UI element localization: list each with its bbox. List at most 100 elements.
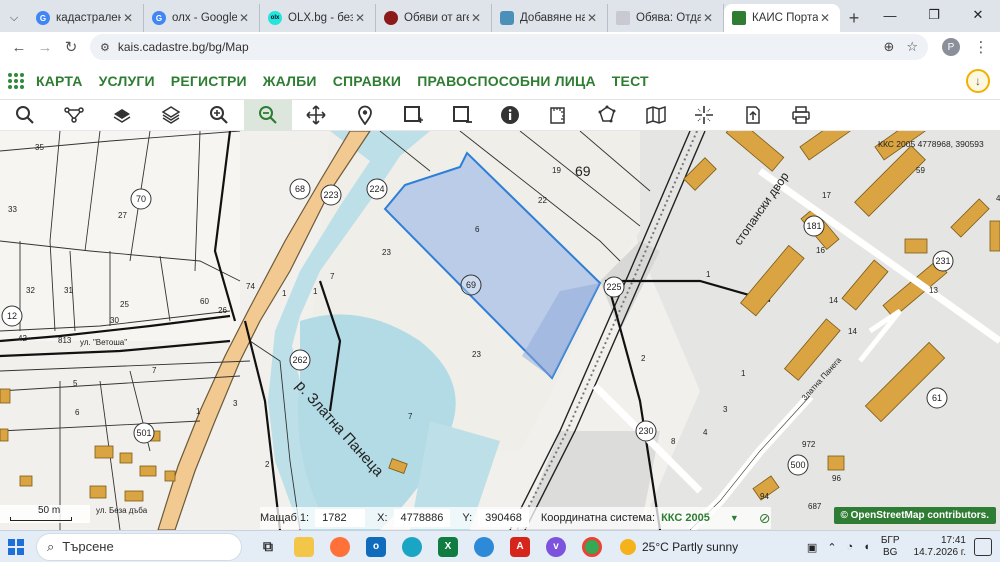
tab-search-icon[interactable]: ⌵ [0,4,28,32]
close-icon[interactable]: ✕ [585,11,599,25]
edge-icon[interactable] [394,532,430,562]
circle-label: 501 [133,422,155,444]
bookmark-star-icon[interactable]: ☆ [906,39,918,55]
close-icon[interactable]: ✕ [121,11,135,25]
tray-apps-icon[interactable]: ▣ [807,541,817,554]
weather-text: 25°C Partly sunny [642,539,739,554]
new-tab-button[interactable]: + [840,4,868,32]
excel-icon[interactable]: X [430,532,466,562]
parcel-number: 35 [35,143,44,152]
y-label: Y: [462,512,473,524]
tool-zoom-out[interactable] [243,99,292,131]
menu-item-services[interactable]: УСЛУГИ [99,73,155,89]
menu-item-registers[interactable]: РЕГИСТРИ [171,73,247,89]
task-view-icon[interactable]: ⧉ [250,532,286,562]
browser-tab-active[interactable]: КАИС Портал ✕ [724,4,840,32]
tool-map[interactable] [632,100,681,131]
tool-location[interactable] [341,100,390,131]
tool-search[interactable] [1,100,50,131]
zoom-out-icon [258,106,277,124]
browser-tab[interactable]: Обява: Отдава се✕ [608,4,724,32]
tool-layers[interactable] [147,100,196,131]
kks-note: ККС 2005 4778968, 390593 [878,139,984,149]
close-icon[interactable]: ✕ [701,11,715,25]
tab-favicon-icon: G [36,11,50,25]
vpn-icon[interactable] [466,532,502,562]
menu-item-map[interactable]: КАРТА [36,73,83,89]
browser-tab[interactable]: Обяви от агенция✕ [376,4,492,32]
svg-text:69: 69 [466,280,476,290]
parcel-number: 94 [760,492,769,501]
restore-icon[interactable]: ❐ [912,0,956,30]
svg-text:70: 70 [136,194,146,204]
coord-system-select[interactable]: ККС 2005 [661,512,710,524]
clock-date: 14.7.2026 г. [913,547,966,558]
outlook-icon[interactable]: o [358,532,394,562]
chrome-icon[interactable] [574,532,610,562]
tool-remove-selection[interactable] [438,100,487,131]
minimize-icon[interactable]: — [868,0,912,30]
cadastral-map[interactable]: ККС 2005 4778968, 390593 69 6 ул. "Ветош… [0,131,1000,530]
map-canvas[interactable]: ККС 2005 4778968, 390593 69 6 ул. "Ветош… [0,131,1000,530]
download-icon[interactable]: ↓ [966,69,990,93]
parcel-number: 1 [741,369,746,378]
tool-add-selection[interactable] [389,100,438,131]
coordinate-bar: Мащаб 1: 1782 X: 4778886 Y: 390468 Коорд… [260,507,771,529]
search-placeholder: Търсене [62,539,114,554]
menu-item-licensed-persons[interactable]: ПРАВОСПОСОБНИ ЛИЦА [417,73,596,89]
reload-icon[interactable]: ↻ [58,34,84,60]
tool-measure-area[interactable] [535,100,584,131]
browser-menu-icon[interactable]: ⋮ [968,34,994,60]
browser-tab[interactable]: Gолх - Google Търсене✕ [144,4,260,32]
menu-item-complaints[interactable]: ЖАЛБИ [263,73,317,89]
tool-crosshair[interactable] [680,100,729,131]
browser-tab[interactable]: olx OLX.bg - безплатни о✕ [260,4,376,32]
tool-export[interactable] [729,100,778,131]
crosshair-icon [695,106,714,124]
parcel-number: 5 [73,379,78,388]
zoom-icon[interactable]: ⊕ [883,39,894,55]
close-icon[interactable]: ✕ [469,11,483,25]
wifi-icon[interactable]: ◔ [847,541,854,553]
acrobat-icon[interactable]: A [502,532,538,562]
apps-grid-icon[interactable] [8,72,24,89]
windows-start-icon[interactable] [0,538,32,555]
browser-tab[interactable]: Добавяне на обява✕ [492,4,608,32]
tool-info[interactable] [486,100,535,131]
chevron-up-icon[interactable]: ⌃ [827,541,836,554]
volume-icon[interactable]: ◖ [863,541,870,553]
tool-draw-shape[interactable] [583,100,632,131]
viber-icon[interactable]: v [538,532,574,562]
file-explorer-icon[interactable] [286,532,322,562]
firefox-icon[interactable] [322,532,358,562]
avatar[interactable]: P [942,38,960,56]
back-icon[interactable]: ← [6,34,32,60]
language-indicator[interactable]: БГР BG [881,535,900,559]
tab-title: Обяви от агенция [404,12,469,24]
weather-widget[interactable]: 25°C Partly sunny [620,538,739,555]
menu-item-test[interactable]: ТЕСТ [612,73,649,89]
tool-zoom-in[interactable] [195,100,244,131]
notification-icon[interactable] [974,538,992,556]
tool-route[interactable] [50,100,99,131]
clock[interactable]: 17:41 14.7.2026 г. [914,535,966,559]
scale-value-field[interactable]: 1782 [315,509,366,527]
close-window-icon[interactable]: ✕ [956,0,1000,30]
forward-icon[interactable]: → [32,34,58,60]
url-field[interactable]: ⚙ kais.cadastre.bg/bg/Map ⊕ ☆ [90,34,928,60]
map-attribution[interactable]: © OpenStreetMap contributors. [833,507,996,524]
close-icon[interactable]: ✕ [237,11,251,25]
browser-tab[interactable]: Gкадастрален идентиф✕ [28,4,144,32]
close-icon[interactable]: ✕ [353,11,367,25]
close-icon[interactable]: ✕ [818,11,832,25]
tool-pan[interactable] [292,100,341,131]
taskbar-search-input[interactable]: ⌕ Търсене [36,532,242,561]
parcel-number: 31 [64,286,73,295]
site-info-icon[interactable]: ⚙ [100,41,110,54]
menu-item-references[interactable]: СПРАВКИ [333,73,402,89]
tool-base-layer[interactable] [98,100,147,131]
scale-bar-line [10,517,72,521]
chevron-down-icon[interactable]: ▼ [730,513,739,523]
coord-search-icon[interactable]: ⊘ [759,510,771,527]
tool-print[interactable] [777,100,826,131]
